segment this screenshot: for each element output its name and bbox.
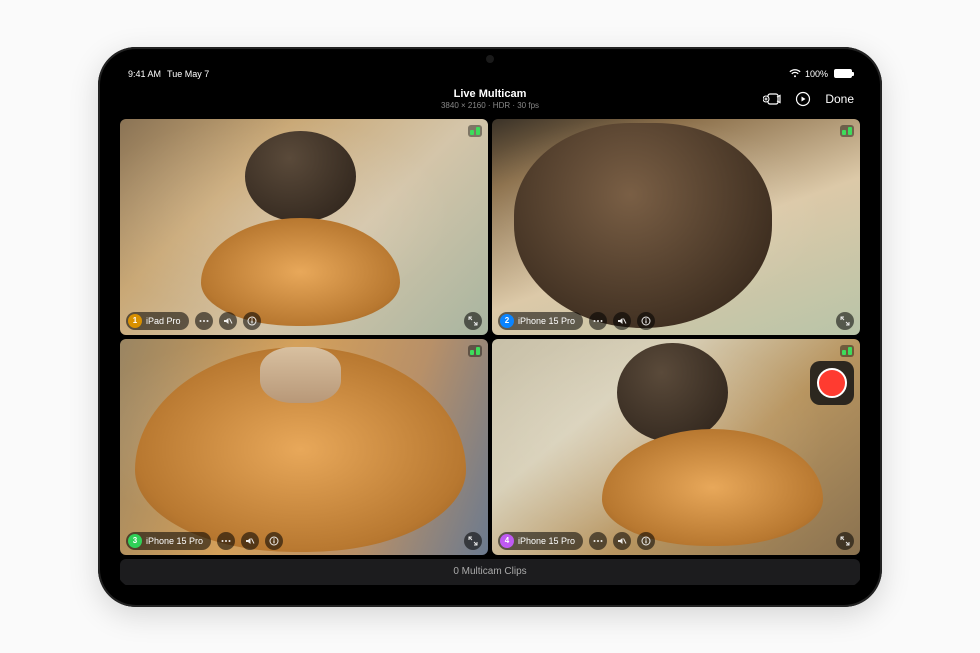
battery-icon xyxy=(832,69,852,78)
clips-tray[interactable]: 0 Multicam Clips xyxy=(120,559,860,585)
expand-button[interactable] xyxy=(836,312,854,330)
camera-grid: 1 iPad Pro xyxy=(116,115,864,555)
clips-count-label: 0 Multicam Clips xyxy=(453,566,526,577)
audio-level-icon xyxy=(840,125,854,137)
audio-level-icon xyxy=(468,125,482,137)
camera-device-name: iPhone 15 Pro xyxy=(146,536,203,546)
done-button[interactable]: Done xyxy=(825,92,854,106)
battery-percent: 100% xyxy=(805,69,828,79)
mute-button[interactable] xyxy=(613,312,631,330)
mute-button[interactable] xyxy=(613,532,631,550)
record-icon xyxy=(817,368,847,398)
camera-feed-2[interactable]: 2 iPhone 15 Pro xyxy=(492,119,860,335)
record-button[interactable] xyxy=(810,361,854,405)
wifi-icon xyxy=(789,69,801,78)
camera-device-name: iPhone 15 Pro xyxy=(518,536,575,546)
ipad-frame: 9:41 AM Tue May 7 100% Live Multicam 384… xyxy=(98,47,882,607)
camera-label-chip[interactable]: 2 iPhone 15 Pro xyxy=(498,312,583,330)
info-button[interactable] xyxy=(265,532,283,550)
expand-button[interactable] xyxy=(836,532,854,550)
status-date: Tue May 7 xyxy=(167,69,209,79)
more-options-button[interactable] xyxy=(589,532,607,550)
camera-index-badge: 4 xyxy=(500,534,514,548)
header-subtitle: 3840 × 2160 · HDR · 30 fps xyxy=(441,101,539,110)
play-button[interactable] xyxy=(795,91,811,107)
screen: 9:41 AM Tue May 7 100% Live Multicam 384… xyxy=(116,65,864,589)
add-camera-button[interactable] xyxy=(763,92,781,106)
expand-button[interactable] xyxy=(464,312,482,330)
camera-label-chip[interactable]: 4 iPhone 15 Pro xyxy=(498,532,583,550)
camera-feed-1[interactable]: 1 iPad Pro xyxy=(120,119,488,335)
more-options-button[interactable] xyxy=(195,312,213,330)
camera-index-badge: 1 xyxy=(128,314,142,328)
header-title: Live Multicam xyxy=(441,88,539,100)
more-options-button[interactable] xyxy=(589,312,607,330)
camera-index-badge: 2 xyxy=(500,314,514,328)
expand-button[interactable] xyxy=(464,532,482,550)
mute-button[interactable] xyxy=(241,532,259,550)
app-header: Live Multicam 3840 × 2160 · HDR · 30 fps… xyxy=(116,83,864,115)
camera-feed-4[interactable]: 4 iPhone 15 Pro xyxy=(492,339,860,555)
camera-device-name: iPhone 15 Pro xyxy=(518,316,575,326)
audio-level-icon xyxy=(468,345,482,357)
status-time: 9:41 AM xyxy=(128,69,161,79)
camera-label-chip[interactable]: 1 iPad Pro xyxy=(126,312,189,330)
info-button[interactable] xyxy=(637,532,655,550)
mute-button[interactable] xyxy=(219,312,237,330)
camera-index-badge: 3 xyxy=(128,534,142,548)
camera-feed-3[interactable]: 3 iPhone 15 Pro xyxy=(120,339,488,555)
more-options-button[interactable] xyxy=(217,532,235,550)
info-button[interactable] xyxy=(637,312,655,330)
audio-level-icon xyxy=(840,345,854,357)
info-button[interactable] xyxy=(243,312,261,330)
camera-label-chip[interactable]: 3 iPhone 15 Pro xyxy=(126,532,211,550)
front-camera-dot xyxy=(486,55,494,63)
status-bar: 9:41 AM Tue May 7 100% xyxy=(116,65,864,83)
camera-device-name: iPad Pro xyxy=(146,316,181,326)
